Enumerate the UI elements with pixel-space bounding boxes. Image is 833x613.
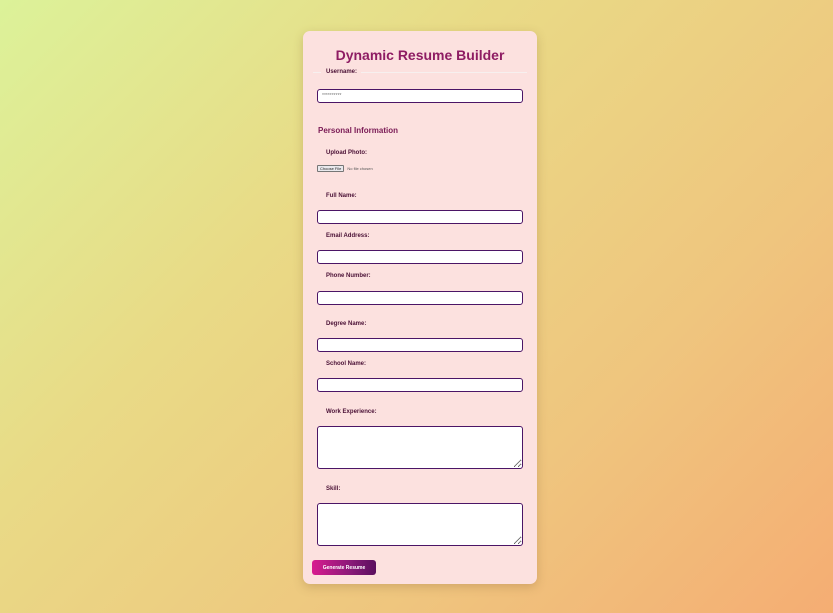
phone-label: Phone Number: — [326, 273, 371, 279]
username-input[interactable] — [317, 89, 523, 103]
work-experience-label: Work Experience: — [326, 409, 377, 415]
photo-label: Upload Photo: — [326, 150, 367, 156]
skill-label: Skill: — [326, 486, 341, 492]
degree-input[interactable] — [317, 338, 523, 352]
full-name-label: Full Name: — [326, 193, 357, 199]
form-title: Dynamic Resume Builder — [335, 47, 505, 63]
username-fieldset-border — [313, 72, 321, 73]
file-status-text: No file chosen — [347, 165, 373, 171]
username-fieldset-border — [361, 72, 527, 73]
work-experience-textarea[interactable] — [317, 426, 523, 469]
resume-form-card: Dynamic Resume Builder Username: Persona… — [303, 31, 537, 584]
skill-textarea[interactable] — [317, 503, 523, 546]
personal-info-heading: Personal Information — [318, 126, 399, 135]
school-label: School Name: — [326, 361, 367, 367]
degree-label: Degree Name: — [326, 321, 367, 327]
photo-file-input[interactable]: Choose File No file chosen — [317, 164, 373, 172]
school-input[interactable] — [317, 378, 523, 392]
phone-input[interactable] — [317, 291, 523, 305]
email-label: Email Address: — [326, 233, 370, 239]
full-name-input[interactable] — [317, 210, 523, 224]
username-label: Username: — [326, 69, 358, 75]
generate-resume-button[interactable]: Generate Resume — [312, 560, 376, 575]
choose-file-button[interactable]: Choose File — [317, 164, 345, 172]
email-input[interactable] — [317, 250, 523, 264]
